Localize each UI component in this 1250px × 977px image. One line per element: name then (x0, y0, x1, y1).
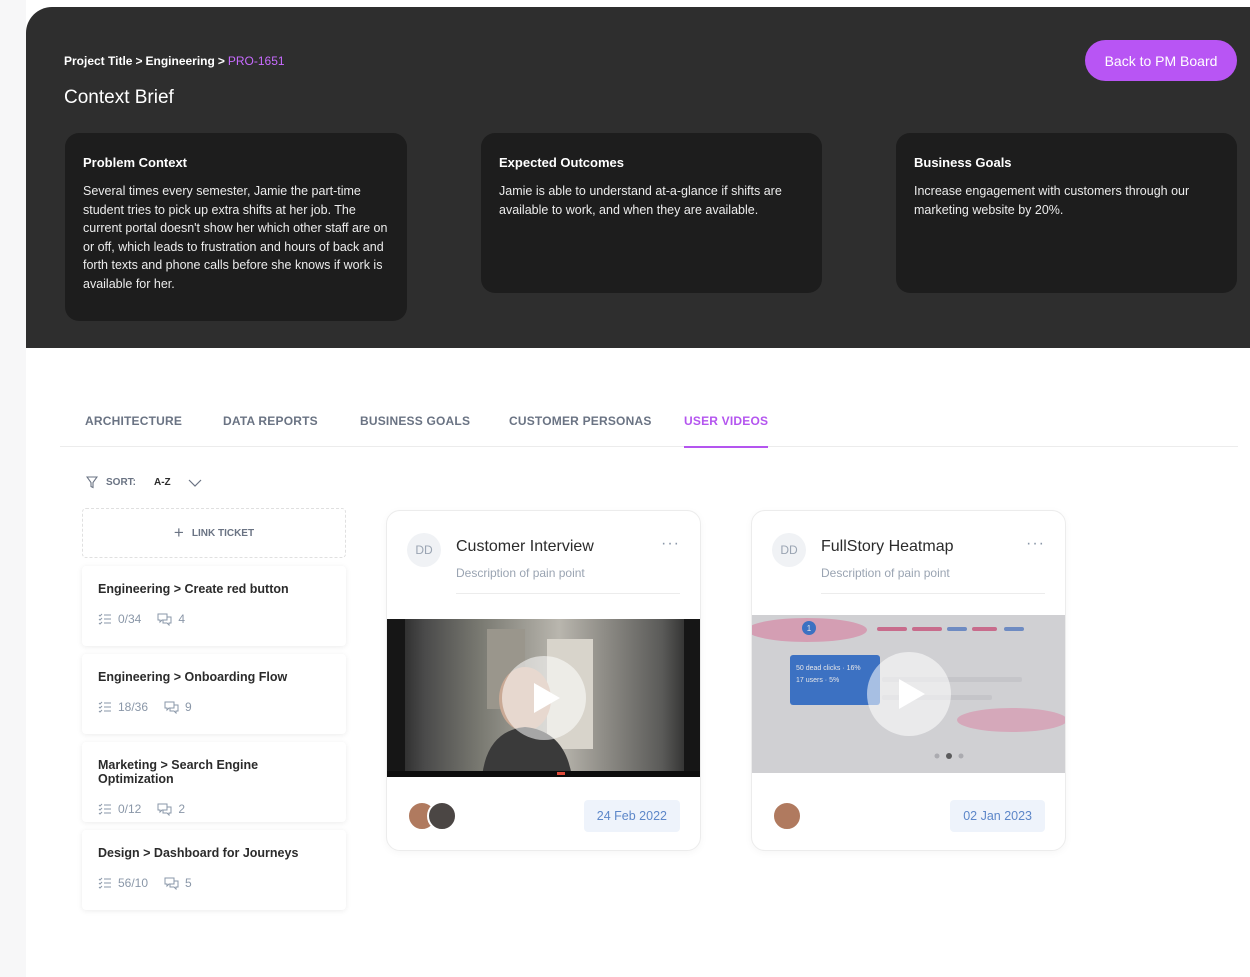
ticket-title: Engineering > Create red button (98, 582, 289, 596)
comments-icon (157, 613, 172, 626)
ticket-title: Marketing > Search Engine Optimization (98, 758, 259, 786)
owner-avatar: DD (407, 533, 441, 567)
link-ticket-label: LINK TICKET (191, 527, 255, 539)
play-button[interactable] (501, 656, 586, 740)
card-body: Increase engagement with customers throu… (914, 184, 1190, 217)
tab-bar: ARCHITECTURE DATA REPORTS BUSINESS GOALS… (60, 395, 1238, 448)
breadcrumb-project[interactable]: Project Title (64, 54, 132, 68)
participant-avatar (427, 801, 457, 831)
chevron-down-icon (188, 479, 202, 487)
more-options-icon[interactable]: ··· (1026, 535, 1045, 553)
video-thumbnail[interactable]: 1 50 dead clicks · 16% 17 users · 5% (752, 615, 1065, 773)
tab-customer-personas[interactable]: CUSTOMER PERSONAS (509, 414, 652, 446)
breadcrumb-separator: > (217, 54, 225, 68)
context-header: Project Title > Engineering > PRO-1651 Conte… (26, 7, 1250, 348)
ticket-card[interactable]: Engineering > Create red button 0/34 4 (82, 566, 346, 646)
sort-label: SORT: (106, 477, 136, 488)
video-description: Description of pain point (456, 566, 585, 580)
breadcrumb-separator: > (135, 54, 143, 68)
card-title: Problem Context (83, 155, 188, 170)
video-card[interactable]: DD FullStory Heatmap Description of pain… (751, 510, 1066, 851)
owner-avatar: DD (772, 533, 806, 567)
tab-data-reports[interactable]: DATA REPORTS (223, 414, 318, 446)
breadcrumb: Project Title > Engineering > PRO-1651 (64, 54, 285, 68)
tab-user-videos[interactable]: USER VIDEOS (684, 414, 769, 448)
video-title: Customer Interview (456, 538, 594, 555)
participant-avatars (407, 801, 457, 831)
page-title: Context Brief (64, 87, 174, 108)
video-title: FullStory Heatmap (821, 538, 954, 555)
ticket-comments: 9 (185, 700, 192, 714)
ticket-card[interactable]: Marketing > Search Engine Optimization 0… (82, 742, 346, 822)
breadcrumb-current: PRO-1651 (227, 54, 285, 68)
left-margin (0, 0, 26, 977)
checklist-icon (98, 613, 111, 625)
ticket-progress: 0/12 (118, 802, 142, 816)
ticket-title: Design > Dashboard for Journeys (98, 846, 299, 860)
breadcrumb-engineering[interactable]: Engineering (145, 54, 214, 68)
ticket-card[interactable]: Engineering > Onboarding Flow 18/36 9 (82, 654, 346, 734)
card-body: Jamie is able to understand at-a-glance … (499, 184, 782, 217)
card-title: Business Goals (914, 155, 1012, 170)
play-icon (533, 683, 560, 713)
divider (456, 593, 680, 594)
more-options-icon[interactable]: ··· (661, 535, 680, 553)
comments-icon (164, 877, 179, 890)
ticket-title: Engineering > Onboarding Flow (98, 670, 288, 684)
link-ticket-button[interactable]: + LINK TICKET (82, 508, 346, 558)
play-icon (898, 679, 925, 709)
problem-context-card: Problem Context Several times every seme… (65, 133, 407, 321)
tab-architecture[interactable]: ARCHITECTURE (85, 414, 182, 446)
ticket-comments: 2 (178, 802, 186, 816)
checklist-icon (98, 803, 111, 815)
play-button[interactable] (866, 652, 951, 736)
ticket-progress: 56/10 (118, 876, 149, 890)
ticket-progress: 18/36 (118, 700, 149, 714)
comments-icon (164, 701, 179, 714)
tab-business-goals[interactable]: BUSINESS GOALS (360, 414, 470, 446)
video-thumbnail[interactable] (387, 619, 700, 777)
ticket-comments: 5 (185, 876, 192, 890)
divider (821, 593, 1045, 594)
checklist-icon (98, 701, 111, 713)
participant-avatar (772, 801, 802, 831)
date-badge: 02 Jan 2023 (950, 800, 1045, 832)
participant-avatars (772, 801, 802, 831)
back-to-pm-board-button[interactable]: Back to PM Board (1085, 40, 1237, 81)
ticket-comments: 4 (178, 612, 186, 626)
video-card[interactable]: DD Customer Interview Description of pai… (386, 510, 701, 851)
card-title: Expected Outcomes (499, 155, 624, 170)
video-description: Description of pain point (821, 566, 950, 580)
card-body: Several times every semester, Jamie the … (83, 184, 388, 291)
sort-value: A-Z (154, 477, 171, 488)
plus-icon: + (173, 523, 184, 542)
date-badge: 24 Feb 2022 (583, 800, 680, 832)
expected-outcomes-card: Expected Outcomes Jamie is able to under… (481, 133, 822, 293)
ticket-progress: 0/34 (118, 612, 142, 626)
sort-control[interactable]: SORT: A-Z (86, 476, 203, 489)
checklist-icon (98, 877, 111, 889)
ticket-card[interactable]: Design > Dashboard for Journeys 56/10 5 (82, 830, 346, 910)
comments-icon (157, 803, 172, 816)
business-goals-card: Business Goals Increase engagement with … (896, 133, 1237, 293)
filter-icon (86, 476, 98, 489)
